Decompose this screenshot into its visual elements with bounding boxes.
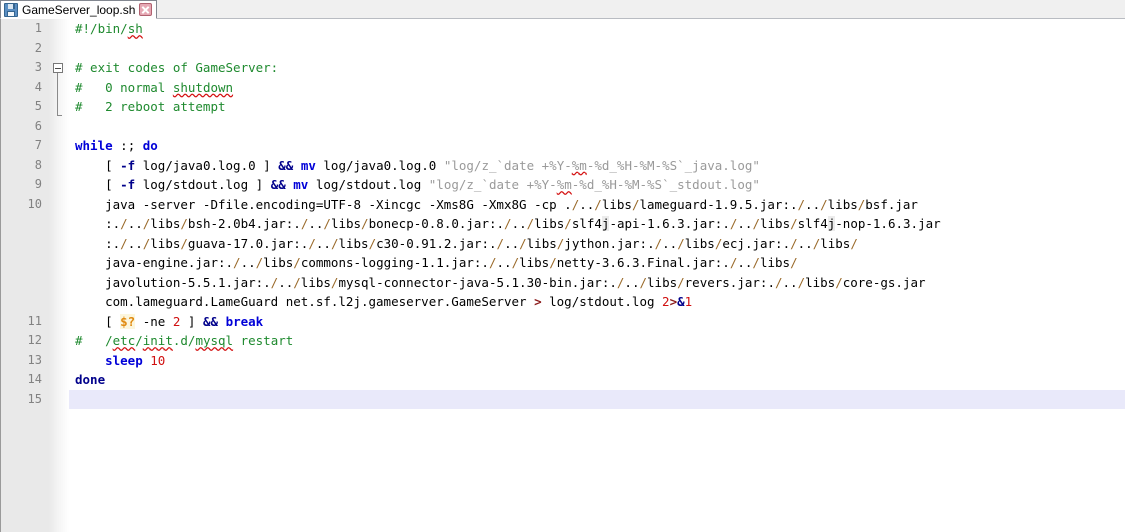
line-number: 2 bbox=[34, 40, 42, 55]
code-folding-gutter[interactable] bbox=[49, 19, 69, 532]
code-line-10-row-2: :./../libs/bsh-2.0b4.jar:./../libs/bonec… bbox=[75, 216, 941, 231]
line-number-wrap-spacer bbox=[1, 214, 49, 312]
code-line-4: # 0 normal shutdown bbox=[75, 79, 234, 95]
line-number: 15 bbox=[27, 391, 42, 406]
code-line-10-row-3: :./../libs/guava-17.0.jar:./../libs/c30-… bbox=[75, 235, 858, 251]
line-number: 8 bbox=[34, 157, 42, 172]
code-line-13: sleep 10 bbox=[105, 352, 166, 368]
fold-range-line bbox=[57, 73, 58, 115]
line-number: 14 bbox=[27, 372, 42, 386]
line-number-gutter: 1 2 3 4 5 6 7 8 9 10 11 12 13 14 15 bbox=[1, 19, 49, 532]
code-line-8: [ -f log/java0.log.0 ] && mv log/java0.l… bbox=[75, 157, 760, 173]
line-number: 9 bbox=[34, 177, 42, 191]
line-number: 5 bbox=[34, 99, 42, 113]
tab-bar: GameServer_loop.sh bbox=[0, 0, 1125, 19]
line-number: 7 bbox=[34, 138, 42, 152]
code-line-5: # 2 reboot attempt bbox=[75, 99, 226, 114]
code-line-10-row-5: javolution-5.5.1.jar:./../libs/mysql-con… bbox=[75, 274, 926, 290]
code-content[interactable]: #!/bin/sh # exit codes of GameServer: # … bbox=[69, 19, 1125, 532]
fold-toggle-minus-icon[interactable] bbox=[53, 63, 63, 73]
tab-label: GameServer_loop.sh bbox=[22, 2, 136, 17]
line-number: 10 bbox=[27, 196, 42, 211]
code-line-10-row-4: java-engine.jar:./../libs/commons-loggin… bbox=[75, 255, 798, 270]
code-line-9: [ -f log/stdout.log ] && mv log/stdout.l… bbox=[75, 177, 760, 192]
code-line-12: # /etc/init.d/mysql restart bbox=[75, 333, 294, 348]
code-line-10-row-1: java -server -Dfile.encoding=UTF-8 -Xinc… bbox=[75, 196, 918, 212]
line-number: 1 bbox=[34, 21, 42, 35]
line-number: 13 bbox=[27, 352, 42, 367]
code-line-15 bbox=[69, 389, 1125, 409]
code-line-11: [ $? -ne 2 ] && break bbox=[75, 313, 264, 329]
code-line-1: #!/bin/sh bbox=[75, 21, 143, 36]
fold-range-end-icon bbox=[57, 115, 62, 116]
code-line-7: while :; do bbox=[75, 138, 158, 153]
code-editor[interactable]: 1 2 3 4 5 6 7 8 9 10 11 12 13 14 15 #!/b… bbox=[0, 19, 1125, 532]
floppy-disk-icon bbox=[4, 2, 18, 17]
code-line-10-row-6: com.lameguard.LameGuard net.sf.l2j.games… bbox=[75, 294, 693, 309]
line-number: 12 bbox=[27, 333, 42, 347]
editor-tab-gameserver-loop-sh[interactable]: GameServer_loop.sh bbox=[0, 0, 158, 19]
line-number: 3 bbox=[34, 60, 42, 74]
line-number: 4 bbox=[34, 79, 42, 94]
code-line-14: done bbox=[75, 372, 106, 387]
line-number: 6 bbox=[34, 118, 42, 133]
line-number: 11 bbox=[27, 313, 42, 328]
close-icon[interactable] bbox=[139, 3, 153, 16]
code-line-3: # exit codes of GameServer: bbox=[75, 60, 279, 75]
